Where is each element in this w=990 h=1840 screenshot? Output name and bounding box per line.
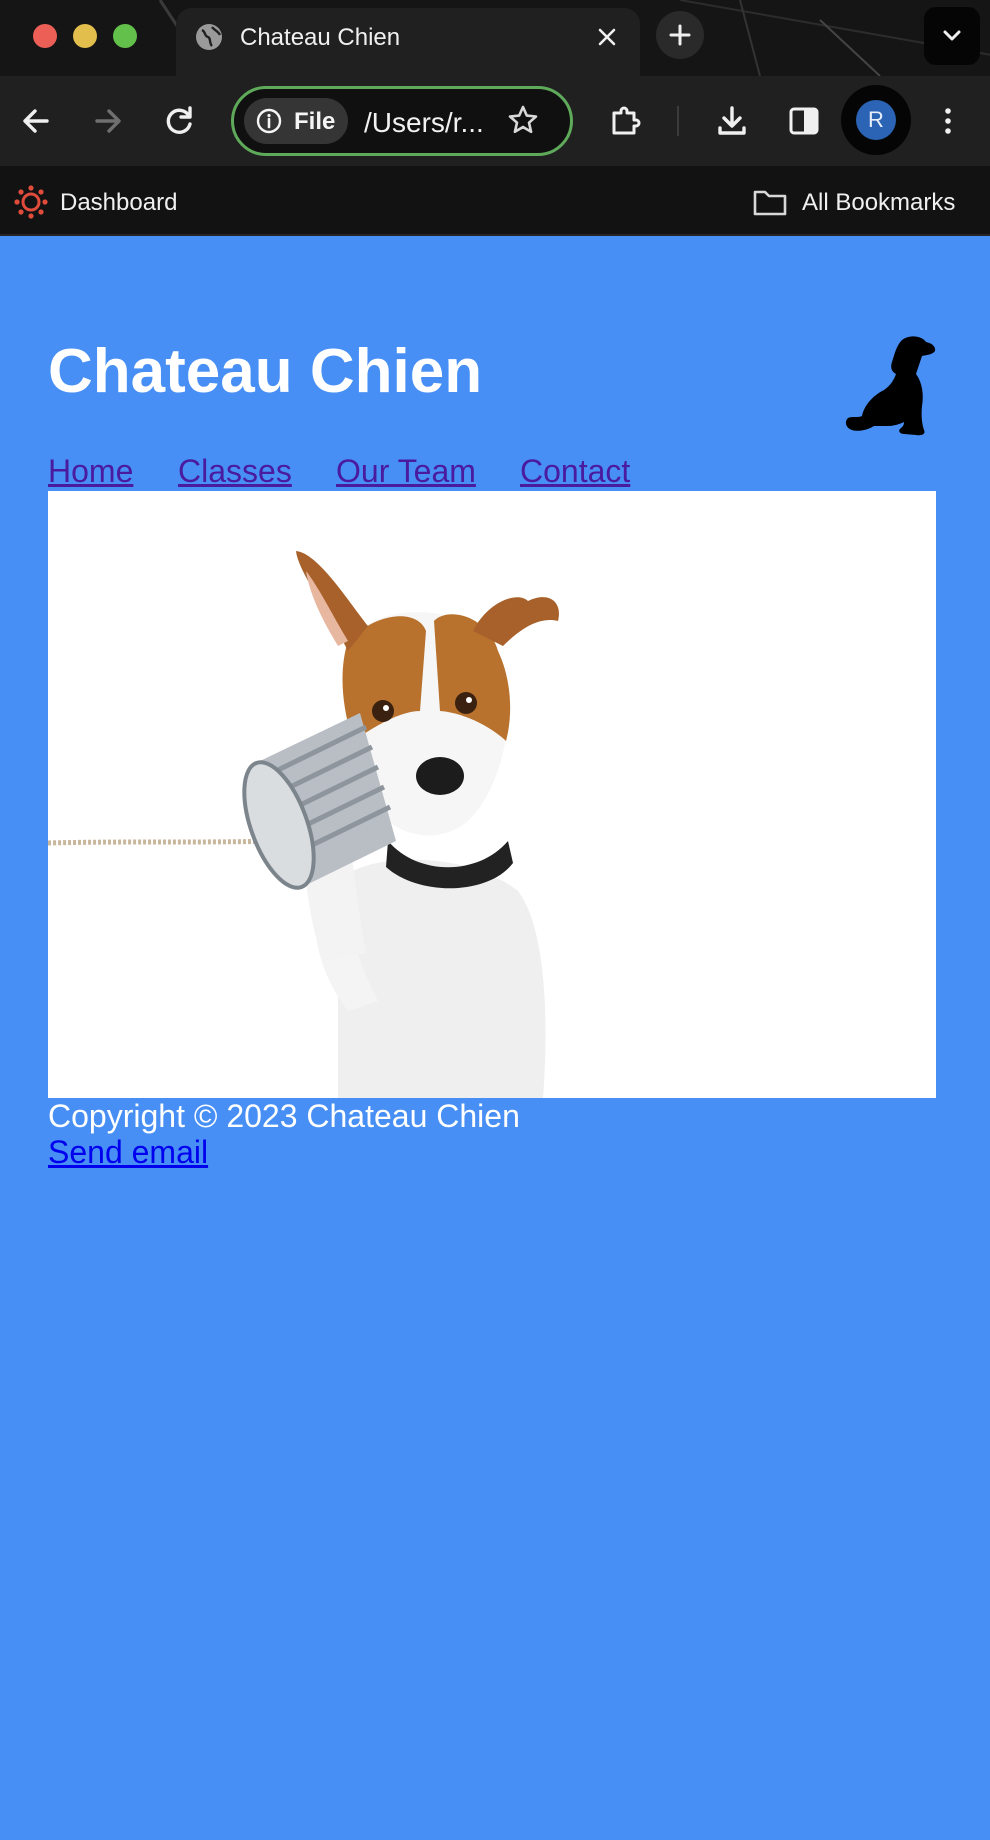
browser-chrome: Chateau Chien File /Users/r... R Dashboa… (0, 0, 990, 236)
window-zoom-button[interactable] (113, 24, 137, 48)
info-icon (256, 108, 282, 134)
puzzle-piece-icon (612, 106, 641, 135)
side-panel-button[interactable] (780, 97, 828, 145)
browser-menu-button[interactable] (924, 97, 972, 145)
window-minimize-button[interactable] (73, 24, 97, 48)
toolbar-divider (677, 106, 679, 136)
web-page: Chateau Chien Home Classes Our Team Cont… (0, 236, 990, 1840)
all-bookmarks-label: All Bookmarks (802, 189, 956, 216)
downloads-button[interactable] (708, 97, 756, 145)
tab-close-icon[interactable] (594, 24, 620, 50)
nav-our-team-link[interactable]: Our Team (336, 453, 476, 490)
all-bookmarks-button[interactable]: All Bookmarks (752, 181, 982, 221)
globe-icon (196, 24, 222, 50)
reload-icon (166, 106, 192, 134)
canvas-logo-icon (14, 185, 48, 219)
url-text[interactable]: /Users/r... (364, 107, 484, 139)
site-title: Chateau Chien (48, 337, 483, 406)
site-info-label: File (294, 108, 336, 135)
more-vertical-icon (945, 108, 951, 134)
bookmark-label: Dashboard (60, 189, 178, 216)
footer-copyright: Copyright © 2023 Chateau Chien (48, 1098, 520, 1134)
arrow-left-icon (23, 109, 49, 133)
nav-classes-link[interactable]: Classes (178, 453, 292, 490)
forward-button[interactable] (84, 97, 132, 145)
arrow-right-icon (95, 109, 121, 133)
nav-contact-link[interactable]: Contact (520, 453, 630, 490)
tab-title: Chateau Chien (240, 24, 401, 51)
extensions-button[interactable] (602, 97, 650, 145)
new-tab-button[interactable] (656, 11, 704, 59)
bookmark-star-icon[interactable] (506, 103, 540, 137)
dog-silhouette-icon (845, 336, 936, 436)
browser-toolbar: File /Users/r... R (0, 76, 990, 166)
plus-icon (669, 24, 691, 46)
folder-icon (753, 190, 787, 216)
tab-strip: Chateau Chien (0, 0, 990, 76)
avatar: R (856, 100, 896, 140)
side-panel-icon (789, 107, 819, 135)
site-info-chip[interactable]: File (244, 98, 348, 144)
profile-button[interactable]: R (841, 85, 911, 155)
chevron-down-icon (943, 30, 961, 41)
bookmarks-bar: Dashboard All Bookmarks (0, 166, 990, 236)
send-email-link[interactable]: Send email (48, 1134, 208, 1171)
window-close-button[interactable] (33, 24, 57, 48)
back-button[interactable] (12, 97, 60, 145)
nav-home-link[interactable]: Home (48, 453, 133, 490)
address-bar[interactable]: File /Users/r... (231, 86, 573, 156)
tab-search-button[interactable] (924, 7, 980, 65)
download-icon (718, 106, 746, 135)
reload-button[interactable] (156, 97, 204, 145)
hero-image (48, 491, 936, 1098)
tab-chateau-chien[interactable]: Chateau Chien (176, 8, 640, 76)
dog-tin-can-photo (48, 551, 559, 1098)
